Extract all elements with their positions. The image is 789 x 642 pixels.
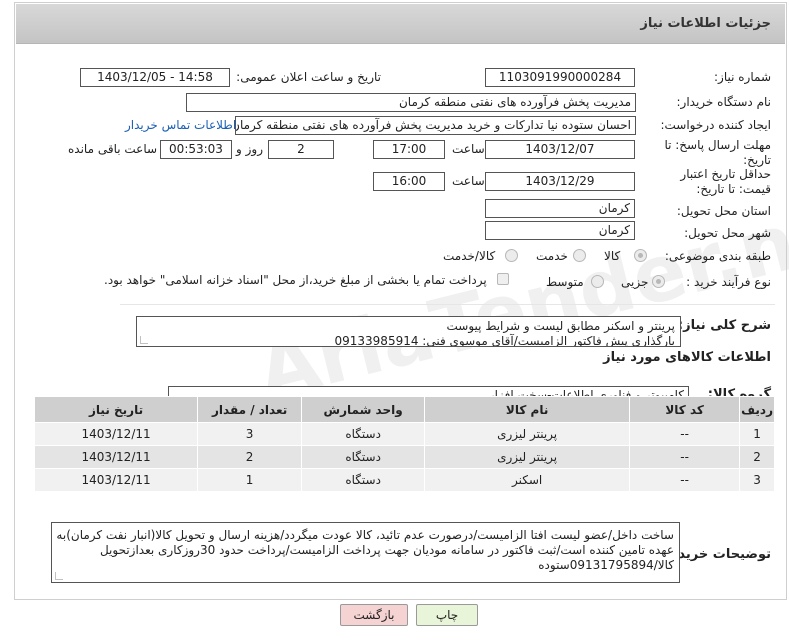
buyer-notes-textarea: ساخت داخل/عضو لیست افتا الزامیست/درصورت … [51,522,680,583]
cell-date: 1403/12/11 [33,422,199,446]
deadline-date-field: 1403/12/07 [485,140,635,159]
buyer-notes-line-2: عهده تامین کننده است/ثبت فاکتور در سامان… [99,543,674,557]
province-field: کرمان [485,199,635,218]
cell-name: پرینتر لیزری [424,445,631,469]
treasury-note: پرداخت تمام یا بخشی از مبلغ خرید،از محل … [104,273,487,287]
days-field: 2 [268,140,334,159]
cell-code: -- [629,422,741,446]
col-code: کد کالا [629,396,741,423]
resize-handle[interactable] [140,336,148,344]
treasury-checkbox[interactable] [497,273,509,285]
need-number-label: شماره نیاز: [714,70,771,84]
divider [120,304,775,305]
cell-row: 1 [739,422,775,446]
buyer-notes-line-1: ساخت داخل/عضو لیست افتا الزامیست/درصورت … [56,528,674,542]
cell-code: -- [629,445,741,469]
category-service-label: خدمت [536,249,568,263]
process-minor-radio[interactable] [652,275,665,288]
cell-unit: دستگاه [301,422,426,446]
table-row: 2 -- پرینتر لیزری دستگاه 2 1403/12/11 [33,445,775,469]
province-label: استان محل تحویل: [676,204,771,218]
category-label: طبقه بندی موضوعی: [664,249,771,263]
remaining-time-field: 00:53:03 [160,140,232,159]
days-label: روز و [236,142,263,156]
validity-time-field: 16:00 [373,172,445,191]
cell-quantity: 2 [197,445,303,469]
category-goods-service-radio[interactable] [505,249,518,262]
process-medium-radio[interactable] [591,275,604,288]
col-quantity: تعداد / مقدار [197,396,303,423]
deadline-time-field: 17:00 [373,140,445,159]
process-minor-label: جزیی [621,275,649,289]
goods-section-title: اطلاعات کالاهای مورد نیاز [603,350,771,365]
category-goods-label: کالا [604,249,621,263]
cell-date: 1403/12/11 [33,445,199,469]
buyer-contact-link[interactable]: اطلاعات تماس خریدار [125,118,236,132]
cell-code: -- [629,468,741,492]
details-panel [14,2,787,600]
need-number-field: 1103091990000284 [485,68,635,87]
deadline-time-label: ساعت [452,142,485,156]
remaining-label: ساعت باقی مانده [68,142,158,156]
panel-header: جزئیات اطلاعات نیاز [16,4,785,44]
col-date: تاریخ نیاز [33,396,199,423]
cell-unit: دستگاه [301,468,426,492]
print-button[interactable]: چاپ [416,604,478,626]
table-row: 1 -- پرینتر لیزری دستگاه 3 1403/12/11 [33,422,775,446]
process-label: نوع فرآیند خرید : [686,275,771,289]
buyer-label: نام دستگاه خریدار: [676,95,772,109]
announce-field: 1403/12/05 - 14:58 [80,68,230,87]
city-field: کرمان [485,221,635,240]
validity-label: حداقل تاریخ اعتبار قیمت: تا تاریخ: [680,167,771,196]
col-unit: واحد شمارش [301,396,426,423]
panel-title: جزئیات اطلاعات نیاز [640,16,771,31]
description-label: شرح کلی نیاز: [677,318,771,333]
cell-quantity: 3 [197,422,303,446]
category-goods-radio[interactable] [634,249,647,262]
cell-row: 2 [739,445,775,469]
creator-label: ایجاد کننده درخواست: [660,118,771,132]
cell-quantity: 1 [197,468,303,492]
description-line-1: پرینتر و اسکنر مطابق لیست و شرایط پیوست [446,319,676,333]
resize-handle[interactable] [55,572,63,580]
announce-label: تاریخ و ساعت اعلان عمومی: [236,70,381,84]
cell-row: 3 [739,468,775,492]
description-line-2: بارگذاری پیش فاکتور الزامیست/آقای موسوی … [334,334,676,347]
deadline-label: مهلت ارسال پاسخ: تا تاریخ: [664,138,771,167]
table-header-row: ردیف کد کالا نام کالا واحد شمارش تعداد /… [33,396,775,423]
description-textarea: پرینتر و اسکنر مطابق لیست و شرایط پیوست … [136,316,681,347]
validity-time-label: ساعت [452,174,485,188]
cell-unit: دستگاه [301,445,426,469]
category-goods-service-label: کالا/خدمت [443,249,496,263]
col-row: ردیف [739,396,775,423]
items-table: ردیف کد کالا نام کالا واحد شمارش تعداد /… [33,396,775,492]
city-label: شهر محل تحویل: [684,226,771,240]
col-name: نام کالا [424,396,631,423]
buyer-field: مدیریت پخش فرآورده های نفتی منطقه کرمان [186,93,636,112]
cell-date: 1403/12/11 [33,468,199,492]
back-button[interactable]: بازگشت [340,604,408,626]
process-medium-label: متوسط [546,275,584,289]
category-service-radio[interactable] [573,249,586,262]
validity-date-field: 1403/12/29 [485,172,635,191]
cell-name: پرینتر لیزری [424,422,631,446]
buyer-notes-line-3: کالا/09131795894ستوده [538,558,674,572]
cell-name: اسکنر [424,468,631,492]
creator-field: احسان ستوده نیا تدارکات و خرید مدیریت پخ… [235,116,636,135]
table-row: 3 -- اسکنر دستگاه 1 1403/12/11 [33,468,775,492]
